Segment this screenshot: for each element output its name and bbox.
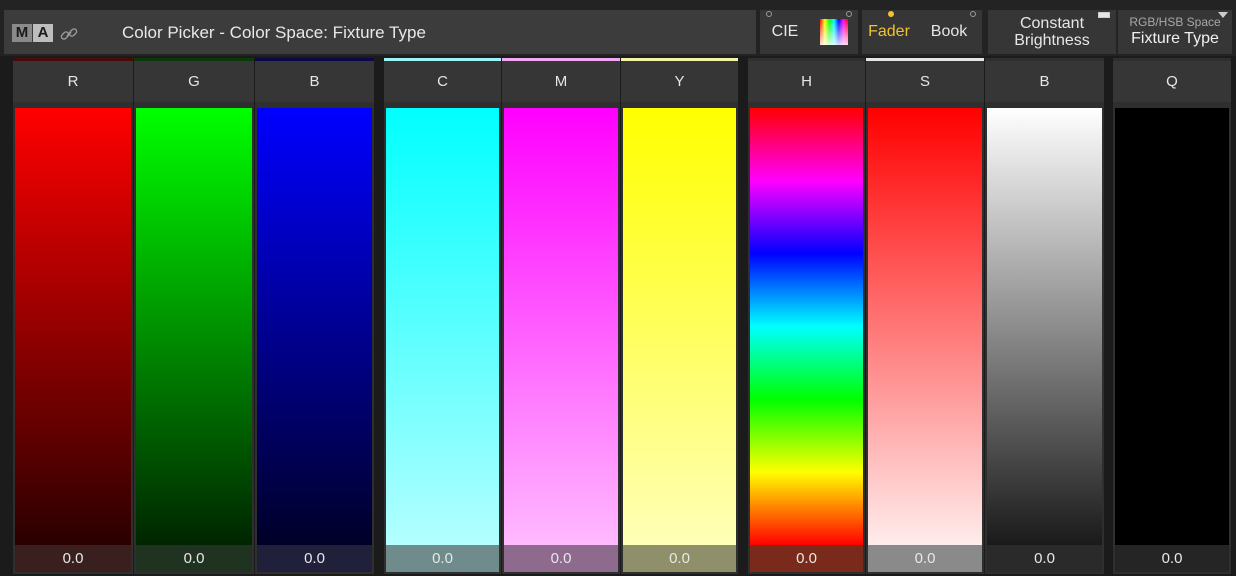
fader-track[interactable] bbox=[257, 108, 372, 545]
fader-cyan: C 0.0 bbox=[384, 58, 501, 574]
fader-brightness: B 0.0 bbox=[985, 58, 1104, 574]
fader-header[interactable]: Q bbox=[1113, 61, 1231, 102]
picker-indicator-dot bbox=[846, 11, 852, 17]
fader-header[interactable]: S bbox=[866, 61, 984, 102]
cie-indicator-dot bbox=[766, 11, 772, 17]
fader-value[interactable]: 0.0 bbox=[1115, 545, 1229, 572]
fader-label: Fader bbox=[868, 23, 910, 40]
cie-mode-button[interactable]: CIE bbox=[760, 10, 810, 54]
fader-value[interactable]: 0.0 bbox=[136, 545, 252, 572]
title-bar: M A Color Picker - Color Space: Fixture … bbox=[0, 0, 1236, 56]
link-icon[interactable] bbox=[60, 25, 78, 43]
book-mode-button[interactable]: Book bbox=[916, 10, 982, 54]
fader-mode-button[interactable]: Fader bbox=[862, 10, 916, 54]
fader-value[interactable]: 0.0 bbox=[257, 545, 372, 572]
fader-header[interactable]: B bbox=[985, 61, 1104, 102]
fader-hue: H 0.0 bbox=[748, 58, 865, 574]
fader-header[interactable]: H bbox=[748, 61, 865, 102]
logo-letter-m: M bbox=[12, 24, 32, 42]
constant-brightness-line2: Brightness bbox=[1014, 32, 1090, 49]
fader-green: G 0.0 bbox=[134, 58, 254, 574]
fader-track[interactable] bbox=[386, 108, 499, 545]
book-indicator-dot bbox=[970, 11, 976, 17]
fader-track[interactable] bbox=[504, 108, 618, 545]
fader-track[interactable] bbox=[987, 108, 1102, 545]
fader-saturation: S 0.0 bbox=[866, 58, 984, 574]
fader-value[interactable]: 0.0 bbox=[504, 545, 618, 572]
cie-label: CIE bbox=[771, 23, 799, 40]
color-space-value: Fixture Type bbox=[1131, 30, 1219, 47]
fader-header[interactable]: R bbox=[13, 61, 133, 102]
fader-red: R 0.0 bbox=[13, 58, 133, 574]
fader-track[interactable] bbox=[1115, 108, 1229, 545]
fader-value[interactable]: 0.0 bbox=[15, 545, 131, 572]
fader-active-dot bbox=[888, 11, 894, 17]
fader-blue: B 0.0 bbox=[255, 58, 374, 574]
fader-track[interactable] bbox=[750, 108, 863, 545]
constant-brightness-line1: Constant bbox=[1019, 15, 1085, 32]
toggle-indicator-icon bbox=[1098, 12, 1110, 18]
constant-brightness-toggle[interactable]: Constant Brightness bbox=[988, 10, 1116, 54]
fader-value[interactable]: 0.0 bbox=[868, 545, 982, 572]
color-space-dropdown[interactable]: RGB/HSB Space Fixture Type bbox=[1118, 10, 1232, 54]
fader-track[interactable] bbox=[623, 108, 736, 545]
fader-value[interactable]: 0.0 bbox=[623, 545, 736, 572]
fader-header[interactable]: C bbox=[384, 61, 501, 102]
fader-value[interactable]: 0.0 bbox=[386, 545, 499, 572]
fader-quality: Q 0.0 bbox=[1113, 58, 1231, 574]
fader-value[interactable]: 0.0 bbox=[750, 545, 863, 572]
window-title-area[interactable]: M A Color Picker - Color Space: Fixture … bbox=[4, 10, 756, 54]
fader-track[interactable] bbox=[868, 108, 982, 545]
color-spectrum-icon bbox=[820, 19, 848, 45]
fader-value[interactable]: 0.0 bbox=[987, 545, 1102, 572]
fader-header[interactable]: Y bbox=[621, 61, 738, 102]
ma-logo: M A bbox=[12, 24, 53, 42]
fader-header[interactable]: M bbox=[502, 61, 620, 102]
color-space-label: RGB/HSB Space bbox=[1129, 15, 1221, 29]
fader-header[interactable]: B bbox=[255, 61, 374, 102]
fader-track[interactable] bbox=[136, 108, 252, 545]
fader-magenta: M 0.0 bbox=[502, 58, 620, 574]
color-picker-mode-button[interactable] bbox=[810, 10, 858, 54]
fader-track[interactable] bbox=[15, 108, 131, 545]
fader-header[interactable]: G bbox=[134, 61, 254, 102]
logo-letter-a: A bbox=[33, 24, 53, 42]
book-label: Book bbox=[930, 23, 968, 40]
window-title: Color Picker - Color Space: Fixture Type bbox=[122, 23, 426, 42]
fader-yellow: Y 0.0 bbox=[621, 58, 738, 574]
dropdown-arrow-icon bbox=[1218, 12, 1228, 18]
